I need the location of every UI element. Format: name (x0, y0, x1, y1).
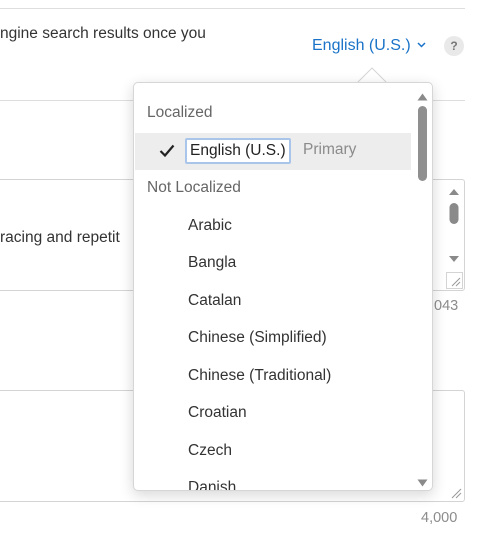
selected-option-label[interactable]: English (U.S.) (185, 138, 291, 164)
keywords-char-count: 4,000 (421, 510, 458, 526)
localized-header: Localized (147, 104, 213, 121)
scroll-up-arrow-icon[interactable] (417, 88, 428, 106)
language-selector[interactable]: English (U.S.) (312, 35, 426, 55)
resize-grip-icon[interactable] (446, 272, 463, 289)
option-bangla[interactable]: Bangla (188, 254, 236, 272)
description-text: racing and repetit (0, 229, 120, 246)
option-danish[interactable]: Danish (188, 479, 236, 490)
help-button[interactable]: ? (444, 36, 464, 56)
option-chinese-traditional[interactable]: Chinese (Traditional) (188, 367, 331, 385)
top-divider (0, 8, 465, 9)
textarea-scrollbar[interactable] (445, 184, 463, 266)
help-text: ngine search results once you (0, 25, 206, 42)
option-czech[interactable]: Czech (188, 442, 232, 460)
option-arabic[interactable]: Arabic (188, 217, 232, 235)
scroll-down-arrow-icon[interactable] (417, 474, 428, 490)
chevron-down-icon (417, 35, 426, 53)
language-selector-label: English (U.S.) (312, 37, 411, 54)
resize-grip-icon[interactable] (449, 486, 462, 499)
description-char-count: ,043 (430, 298, 459, 314)
checkmark-icon (159, 144, 175, 162)
option-croatian[interactable]: Croatian (188, 404, 247, 422)
option-chinese-simplified[interactable]: Chinese (Simplified) (188, 329, 327, 347)
dropdown-scrollbar-thumb[interactable] (418, 106, 427, 181)
language-dropdown[interactable]: Localized English (U.S.) Primary Not Loc… (133, 82, 433, 491)
not-localized-header: Not Localized (147, 179, 241, 196)
primary-tag: Primary (303, 141, 357, 158)
option-catalan[interactable]: Catalan (188, 292, 241, 310)
